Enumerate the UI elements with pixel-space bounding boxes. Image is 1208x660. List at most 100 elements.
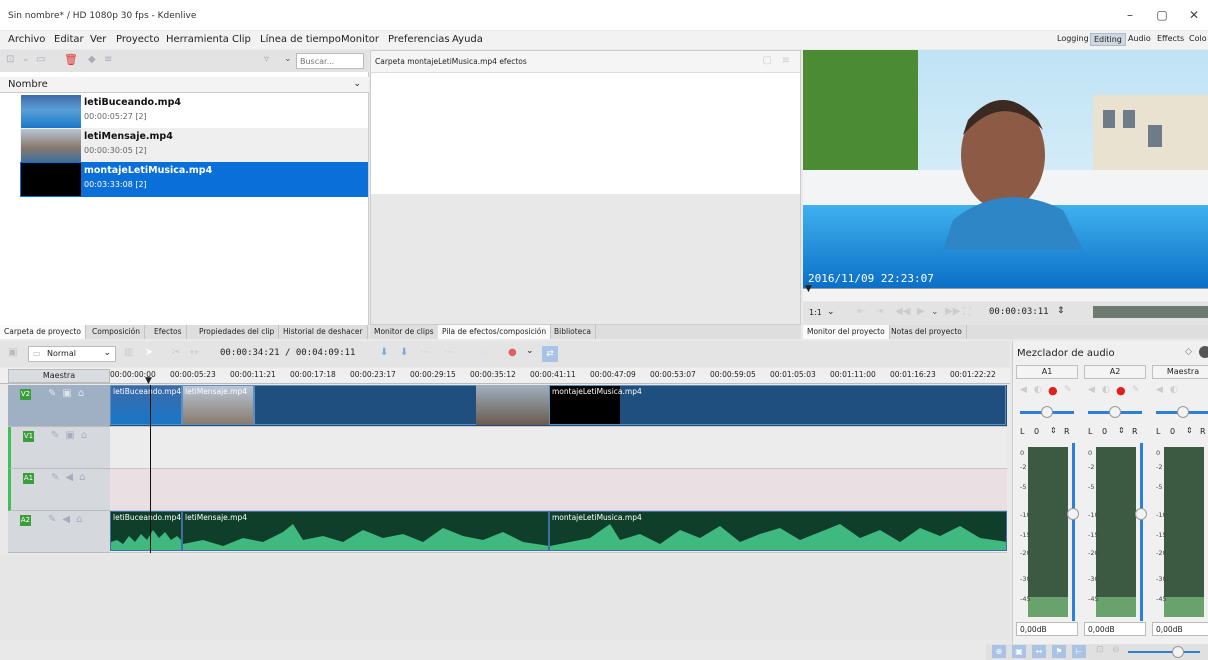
pan-spin-icon[interactable]: ⇕ [1186,426,1193,435]
lock-icon[interactable]: ▣ [8,347,17,358]
markers-icon[interactable]: ⚑ [1052,645,1066,658]
set-in-icon[interactable]: ⇤ [857,306,865,317]
gain-input[interactable]: 0,00dB [1016,622,1078,636]
layout-logging[interactable]: Logging [1054,33,1092,44]
track-body-a2[interactable]: letiBuceando.mp4 letiMensaje.mp4 montaje… [110,511,1007,553]
monitor-timecode[interactable]: 00:00:03:11 [989,307,1049,317]
tab-propiedades-del-clip[interactable]: Propiedades del clip [195,325,280,339]
track-header-v2[interactable]: V2 ✎▣⌂ [8,385,110,427]
timeline-audio-clip[interactable]: letiBuceando.mp4 [110,511,182,551]
tab-efectos[interactable]: Efectos [150,325,187,339]
tab-composicion[interactable]: Composición [88,325,146,339]
track-header-v1[interactable]: V1 ✎▣⌂ [8,427,110,469]
tag-icon[interactable]: ◆ [88,54,96,65]
pan-value[interactable]: 0 [1034,427,1039,436]
extract-icon[interactable]: ⋯ [444,347,454,358]
gain-input[interactable]: 0,00dB [1084,622,1146,636]
minimize-button[interactable]: – [1116,8,1144,22]
timeline-video-clip[interactable]: letiMensaje.mp4 [182,385,254,425]
track-header-a2[interactable]: A2 ✎◀⌂ [8,511,110,553]
spacer-tool-icon[interactable]: ↔ [190,347,198,358]
bin-clip-item[interactable]: letiMensaje.mp4 00:00:30:05 [2] [20,128,368,163]
menu-monitor[interactable]: Monitor [341,34,379,45]
lift-icon[interactable]: ⋯ [420,347,430,358]
zoom-select[interactable]: 1:1 [809,308,822,317]
close-button[interactable]: ✕ [1180,8,1208,22]
volume-fader-knob[interactable] [1067,508,1079,520]
pan-value[interactable]: 0 [1170,427,1175,436]
pan-slider-knob[interactable] [1109,406,1121,418]
filter-icon[interactable]: ▿ [264,54,269,65]
mute-icon[interactable]: ◀ [1088,385,1095,395]
pan-spin-icon[interactable]: ⇕ [1050,426,1057,435]
timeline-audio-clip[interactable]: letiMensaje.mp4 [182,511,549,551]
layout-editing[interactable]: Editing [1090,33,1126,46]
zoom-fit-icon[interactable]: ⊡ [1096,645,1104,655]
zoom-slider-knob[interactable] [1172,646,1184,658]
thumbnails-icon[interactable]: ▣ [1012,645,1026,658]
tab-monitor-del-proyecto[interactable]: Monitor del proyecto [803,325,890,339]
overwrite-icon[interactable]: ⬇ [400,347,408,358]
pan-spin-icon[interactable]: ⇕ [1118,426,1125,435]
chevron-down-icon[interactable]: ⌄ [827,307,835,317]
zoom-out-icon[interactable]: ⊖ [1112,645,1120,655]
bin-search-input[interactable] [296,53,364,69]
view-dropdown-icon[interactable]: ⌄ [284,54,292,64]
chevron-down-icon[interactable]: ⌄ [22,54,30,64]
track-controls-icon[interactable]: ✎▣⌂ [51,430,93,441]
menu-editar[interactable]: Editar [54,34,84,45]
record-icon[interactable]: ● [1116,384,1126,397]
timeline-position[interactable]: 00:00:34:21 / 00:04:09:11 [220,348,355,358]
tab-historial-de-deshacer[interactable]: Historial de deshacer [279,325,368,339]
marker-icon[interactable]: ● [508,347,517,358]
volume-fader[interactable] [1072,443,1075,621]
maximize-button[interactable]: ▢ [1148,8,1176,22]
menu-icon[interactable]: ≡ [782,55,790,66]
solo-icon[interactable]: ◐ [1170,385,1178,395]
layout-effects[interactable]: Effects [1154,33,1187,44]
timeline-ruler[interactable]: Maestra 00:00:00:00 00:00:05:23 00:00:11… [0,368,1010,386]
master-track-label[interactable]: Maestra [8,369,110,383]
select-tool-icon[interactable]: ➤ [145,347,153,358]
forward-icon[interactable]: ▶▶ [945,306,960,317]
chevron-down-icon[interactable]: ⌄ [931,307,939,317]
snap-toggle-icon[interactable]: ⊢ [1072,645,1086,658]
insert-icon[interactable]: ⬇ [380,347,388,358]
volume-fader[interactable] [1140,443,1143,621]
timecode-spin-icon[interactable]: ⇕ [1057,306,1065,316]
mute-icon[interactable]: ◀ [1020,385,1027,395]
solo-icon[interactable]: ◐ [1034,385,1042,395]
track-controls-icon[interactable]: ✎◀⌂ [51,472,91,483]
rewind-icon[interactable]: ◀◀ [895,306,910,317]
set-out-icon[interactable]: ⇥ [875,306,883,317]
snap-icon[interactable]: ▥ [124,347,133,358]
folder-icon[interactable]: ▭ [36,54,45,65]
razor-tool-icon[interactable]: ✂ [172,347,180,358]
tab-monitor-de-clips[interactable]: Monitor de clips [370,325,439,339]
menu-clip[interactable]: Clip [232,34,251,45]
float-panel-icon[interactable]: ◇ [1185,347,1192,357]
playhead-line[interactable] [150,385,151,553]
edit-icon[interactable]: ✎ [1064,385,1072,395]
menu-preferencias[interactable]: Preferencias [388,34,450,45]
bin-clip-item[interactable]: montajeLetiMusica.mp4 00:03:33:08 [2] [20,162,368,197]
chevron-down-icon[interactable]: ⌄ [526,346,534,356]
gain-input[interactable]: 0,00dB [1152,622,1208,636]
pan-slider-knob[interactable] [1041,406,1053,418]
edit-icon[interactable]: ✎ [1132,385,1140,395]
volume-fader-knob[interactable] [1135,508,1147,520]
zoom-slider[interactable] [1128,651,1200,653]
compare-icon[interactable]: ▢ [763,55,772,66]
monitor-ruler[interactable] [803,288,1208,301]
bin-clip-item[interactable]: letiBuceando.mp4 00:00:05:27 [2] [20,94,368,129]
menu-herramienta[interactable]: Herramienta [166,34,229,45]
lock-view-icon[interactable]: ⊕ [992,645,1006,658]
pan-slider-knob[interactable] [1177,406,1189,418]
timeline-video-clip[interactable]: letiBuceando.mp4 [110,385,182,425]
layout-audio[interactable]: Audio [1125,33,1154,44]
close-panel-icon[interactable] [1199,346,1208,358]
record-icon[interactable]: ● [1048,384,1058,397]
tab-notas-del-proyecto[interactable]: Notas del proyecto [887,325,967,339]
menu-ayuda[interactable]: Ayuda [452,34,483,45]
timeline-video-clip[interactable]: montajeLetiMusica.mp4 [549,385,1006,425]
